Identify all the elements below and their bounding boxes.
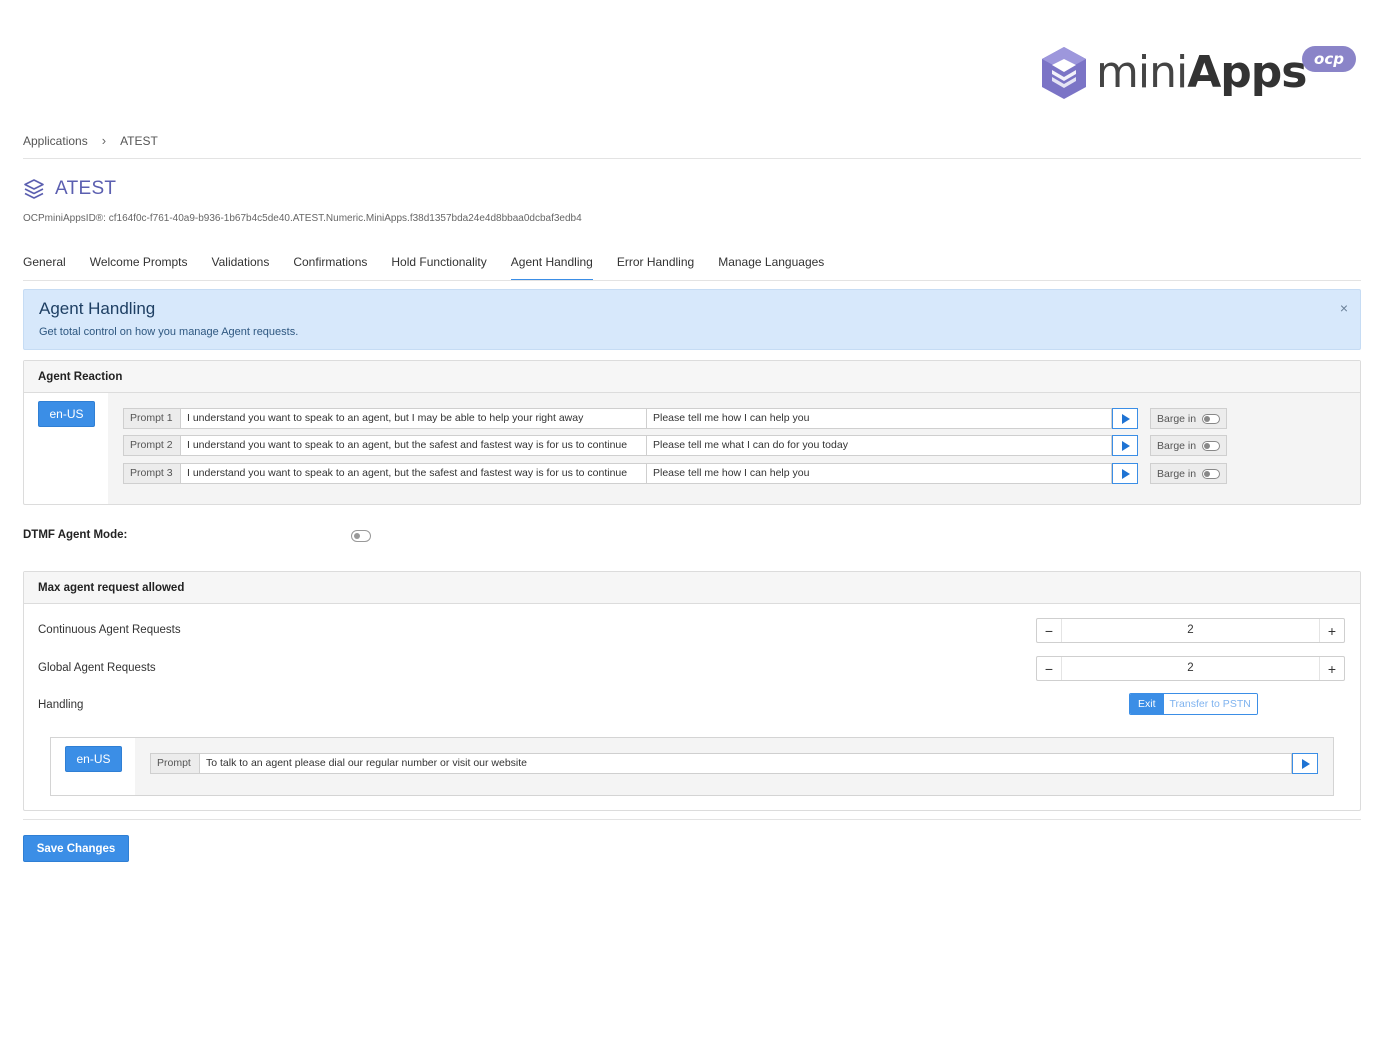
prompt-text-input[interactable]: To talk to an agent please dial our regu… xyxy=(200,753,1292,774)
barge-in-toggle[interactable]: Barge in xyxy=(1150,435,1228,456)
play-button[interactable] xyxy=(1112,408,1138,429)
stepper-value[interactable]: 2 xyxy=(1062,619,1319,642)
play-icon xyxy=(1122,440,1130,451)
toggle-switch[interactable] xyxy=(1202,440,1221,451)
tab-bar: General Welcome Prompts Validations Conf… xyxy=(23,255,848,281)
handling-label: Handling xyxy=(38,699,84,711)
barge-in-toggle[interactable]: Barge in xyxy=(1150,463,1228,484)
tab-hold-functionality[interactable]: Hold Functionality xyxy=(391,255,486,281)
plus-icon[interactable]: + xyxy=(1319,657,1344,680)
miniapps-logo: miniApps ocp xyxy=(1040,44,1356,102)
dtmf-agent-mode-label: DTMF Agent Mode: xyxy=(23,529,128,541)
save-changes-button[interactable]: Save Changes xyxy=(23,835,129,862)
prompt-label: Prompt 1 xyxy=(123,408,181,429)
prompt-text-input[interactable]: I understand you want to speak to an age… xyxy=(181,463,647,484)
play-button[interactable] xyxy=(1112,463,1138,484)
tab-general[interactable]: General xyxy=(23,255,66,281)
breadcrumb-applications[interactable]: Applications xyxy=(23,134,88,148)
prompt-text-input[interactable]: I understand you want to speak to an age… xyxy=(181,435,647,456)
language-button[interactable]: en-US xyxy=(38,401,95,427)
tab-validations[interactable]: Validations xyxy=(212,255,270,281)
tab-confirmations[interactable]: Confirmations xyxy=(293,255,367,281)
barge-in-toggle[interactable]: Barge in xyxy=(1150,408,1228,429)
cube-logo-icon xyxy=(1042,47,1086,99)
chevron-right-icon: › xyxy=(101,133,107,148)
prompt-label: Prompt xyxy=(150,753,200,774)
max-agent-card: Max agent request allowed Continuous Age… xyxy=(23,571,1361,811)
handling-selector: Exit Transfer to PSTN xyxy=(1129,693,1258,715)
tab-welcome-prompts[interactable]: Welcome Prompts xyxy=(90,255,188,281)
play-icon xyxy=(1122,413,1130,424)
breadcrumb: Applications › ATEST xyxy=(23,133,158,148)
banner-title: Agent Handling xyxy=(39,299,156,318)
minus-icon[interactable]: − xyxy=(1037,657,1062,680)
breadcrumb-current: ATEST xyxy=(120,133,158,148)
prompt-row: Prompt 3 I understand you want to speak … xyxy=(123,463,1228,484)
global-requests-label: Global Agent Requests xyxy=(38,662,156,674)
play-icon xyxy=(1302,758,1310,769)
dtmf-agent-mode-toggle[interactable] xyxy=(351,530,371,542)
banner-subtitle: Get total control on how you manage Agen… xyxy=(39,326,299,338)
prompt-row: Prompt 2 I understand you want to speak … xyxy=(123,435,1228,456)
card-header: Agent Reaction xyxy=(24,361,1360,393)
barge-in-label: Barge in xyxy=(1157,439,1197,452)
handling-prompt-box: en-US Prompt To talk to an agent please … xyxy=(50,737,1334,796)
agent-reaction-card: Agent Reaction en-US Prompt 1 I understa… xyxy=(23,360,1361,505)
prompt-label: Prompt 3 xyxy=(123,463,181,484)
global-requests-stepper: − 2 + xyxy=(1036,656,1345,681)
app-id: OCPminiAppsID®: cf164f0c-f761-40a9-b936-… xyxy=(23,213,582,224)
toggle-switch[interactable] xyxy=(1202,413,1221,424)
prompt-text-input[interactable]: I understand you want to speak to an age… xyxy=(181,408,647,429)
plus-icon[interactable]: + xyxy=(1319,619,1344,642)
tab-manage-languages[interactable]: Manage Languages xyxy=(718,255,824,281)
layers-icon xyxy=(24,179,44,199)
logo-wordmark: miniApps xyxy=(1096,47,1307,98)
followup-text-input[interactable]: Please tell me what I can do for you tod… xyxy=(647,435,1112,456)
card-header: Max agent request allowed xyxy=(24,572,1360,604)
play-button[interactable] xyxy=(1112,435,1138,456)
divider xyxy=(23,280,1361,281)
play-icon xyxy=(1122,468,1130,479)
tab-agent-handling[interactable]: Agent Handling xyxy=(510,255,593,281)
followup-text-input[interactable]: Please tell me how I can help you xyxy=(647,463,1112,484)
handling-option-transfer-pstn[interactable]: Transfer to PSTN xyxy=(1163,694,1257,714)
close-icon[interactable]: × xyxy=(1340,300,1348,316)
app-title-text: ATEST xyxy=(55,178,117,199)
page-title: ATEST xyxy=(23,178,116,200)
prompt-row: Prompt To talk to an agent please dial o… xyxy=(150,753,1318,774)
ocp-badge: ocp xyxy=(1302,46,1356,72)
continuous-requests-stepper: − 2 + xyxy=(1036,618,1345,643)
stepper-value[interactable]: 2 xyxy=(1062,657,1319,680)
toggle-switch[interactable] xyxy=(1202,468,1221,479)
divider xyxy=(23,158,1361,159)
continuous-requests-label: Continuous Agent Requests xyxy=(38,624,181,636)
play-button[interactable] xyxy=(1292,753,1318,774)
barge-in-label: Barge in xyxy=(1157,467,1197,480)
prompt-label: Prompt 2 xyxy=(123,435,181,456)
prompt-row: Prompt 1 I understand you want to speak … xyxy=(123,408,1228,429)
tab-error-handling[interactable]: Error Handling xyxy=(617,255,694,281)
divider xyxy=(23,819,1361,820)
handling-option-exit[interactable]: Exit xyxy=(1130,694,1164,714)
info-banner: Agent Handling Get total control on how … xyxy=(23,289,1361,350)
minus-icon[interactable]: − xyxy=(1037,619,1062,642)
language-button[interactable]: en-US xyxy=(65,746,122,772)
barge-in-label: Barge in xyxy=(1157,412,1197,425)
followup-text-input[interactable]: Please tell me how I can help you xyxy=(647,408,1112,429)
